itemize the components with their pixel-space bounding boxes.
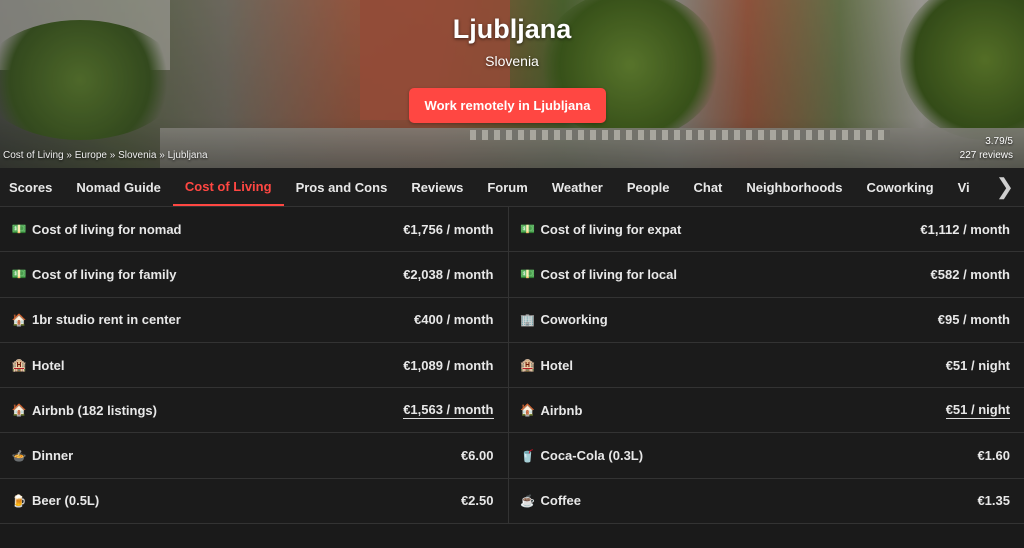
chevron-right-icon: ❯ [995, 174, 1014, 199]
cost-table: 💵 Cost of living for nomad €1,756 / month… [0, 207, 1024, 525]
tab-neighborhoods[interactable]: Neighborhoods [734, 168, 854, 206]
cost-row: 🏠 1br studio rent in center €400 / month [0, 297, 508, 343]
cost-row: 🥤 Coca-Cola (0.3L) €1.60 [508, 433, 1024, 479]
reviews-count[interactable]: 227 reviews [960, 149, 1013, 163]
cost-label: Coca-Cola (0.3L) [540, 448, 644, 464]
cost-value: €582 / month [930, 266, 1010, 282]
breadcrumb: Cost of Living » Europe » Slovenia » Lju… [3, 150, 208, 161]
cost-label: Coworking [540, 312, 608, 328]
tab-pros-and-cons[interactable]: Pros and Cons [284, 168, 400, 206]
work-remotely-button[interactable]: Work remotely in Ljubljana [409, 88, 606, 123]
cost-row: ☕ Coffee €1.35 [508, 478, 1024, 525]
house-icon: 🏠 [11, 312, 27, 327]
cost-row: 🏨 Hotel €1,089 / month [0, 342, 508, 389]
cost-row: 💵 Cost of living for nomad €1,756 / month [0, 207, 508, 253]
tab-reviews[interactable]: Reviews [399, 168, 475, 206]
cola-icon: 🥤 [520, 448, 535, 463]
dinner-icon: 🍲 [11, 448, 27, 463]
cost-label: Airbnb [540, 402, 583, 418]
cost-label: Cost of living for local [540, 266, 678, 282]
office-icon: 🏢 [520, 312, 535, 327]
airbnb-price-link[interactable]: €1,563 / month [403, 402, 494, 419]
cost-row: 💵 Cost of living for local €582 / month [508, 252, 1024, 298]
breadcrumb-separator: » [106, 150, 119, 161]
cost-row: 🏨 Hotel €51 / night [508, 342, 1024, 389]
hotel-icon: 🏨 [11, 358, 27, 373]
tab-scores[interactable]: Scores [0, 168, 64, 206]
cost-label: Cost of living for expat [540, 221, 682, 237]
tab-people[interactable]: People [615, 168, 682, 206]
tab-more[interactable]: Vi [946, 168, 982, 206]
money-icon: 💵 [11, 222, 27, 237]
money-icon: 💵 [11, 267, 27, 282]
cost-value: €95 / month [937, 312, 1010, 328]
tab-weather[interactable]: Weather [540, 168, 615, 206]
coffee-icon: ☕ [520, 493, 535, 508]
cost-row: 🍺 Beer (0.5L) €2.50 [0, 478, 508, 525]
tab-chat[interactable]: Chat [682, 168, 735, 206]
tab-coworking[interactable]: Coworking [854, 168, 945, 206]
breadcrumb-separator: » [156, 150, 168, 161]
overall-score: 3.79/5 227 reviews [960, 135, 1013, 163]
cost-value: €6.00 [460, 448, 494, 464]
country-name: Slovenia [485, 53, 539, 69]
breadcrumb-item[interactable]: Ljubljana [168, 150, 208, 161]
cost-label: Cost of living for nomad [32, 221, 182, 237]
cost-label: Beer (0.5L) [32, 493, 100, 509]
cost-label: 1br studio rent in center [32, 312, 181, 328]
breadcrumb-item[interactable]: Cost of Living [3, 150, 64, 161]
cost-value: €1,089 / month [403, 357, 494, 373]
house-icon: 🏠 [520, 403, 535, 418]
tab-cost-of-living[interactable]: Cost of Living [172, 168, 284, 206]
tab-nomad-guide[interactable]: Nomad Guide [64, 168, 173, 206]
cost-row: 💵 Cost of living for expat €1,112 / month [508, 207, 1024, 253]
cost-row: 🏠 Airbnb (182 listings) €1,563 / month [0, 388, 508, 434]
cost-label: Hotel [32, 357, 65, 373]
cost-column-left: 💵 Cost of living for nomad €1,756 / month… [0, 207, 508, 525]
cost-label: Cost of living for family [32, 266, 177, 282]
section-tabs: Scores Nomad Guide Cost of Living Pros a… [0, 168, 1024, 207]
hero-banner: Ljubljana Slovenia Work remotely in Ljub… [0, 0, 1024, 168]
cost-row: 🏢 Coworking €95 / month [508, 297, 1024, 343]
tab-forum[interactable]: Forum [475, 168, 539, 206]
airbnb-price-link[interactable]: €51 / night [945, 402, 1010, 419]
cost-value: €1.60 [977, 448, 1010, 464]
cost-label: Hotel [540, 357, 574, 373]
city-title: Ljubljana [452, 14, 572, 44]
tabs-scroll-right-button[interactable]: ❯ [984, 168, 1024, 206]
cost-value: €1,756 / month [403, 221, 494, 237]
cost-label: Airbnb (182 listings) [32, 402, 157, 418]
house-icon: 🏠 [11, 403, 27, 418]
cost-value: €1,112 / month [920, 221, 1010, 237]
cost-value: €51 / night [945, 357, 1010, 373]
beer-icon: 🍺 [11, 493, 27, 508]
breadcrumb-separator: » [63, 150, 75, 161]
hotel-icon: 🏨 [520, 358, 535, 373]
breadcrumb-item[interactable]: Slovenia [118, 150, 156, 161]
cost-row: 🏠 Airbnb €51 / night [508, 388, 1024, 434]
money-icon: 💵 [520, 222, 535, 237]
cost-value: €2,038 / month [403, 266, 494, 282]
score-value: 3.79/5 [985, 136, 1013, 147]
cost-label: Dinner [32, 448, 74, 464]
cost-column-right: 💵 Cost of living for expat €1,112 / month… [507, 207, 1024, 525]
cost-value: €1.35 [977, 493, 1010, 509]
money-icon: 💵 [520, 267, 535, 282]
cost-label: Coffee [540, 493, 581, 509]
cost-row: 🍲 Dinner €6.00 [0, 433, 508, 479]
cost-value: €2.50 [460, 493, 494, 509]
breadcrumb-item[interactable]: Europe [75, 150, 107, 161]
cost-value: €400 / month [414, 312, 494, 328]
cost-row: 💵 Cost of living for family €2,038 / mont… [0, 252, 508, 298]
